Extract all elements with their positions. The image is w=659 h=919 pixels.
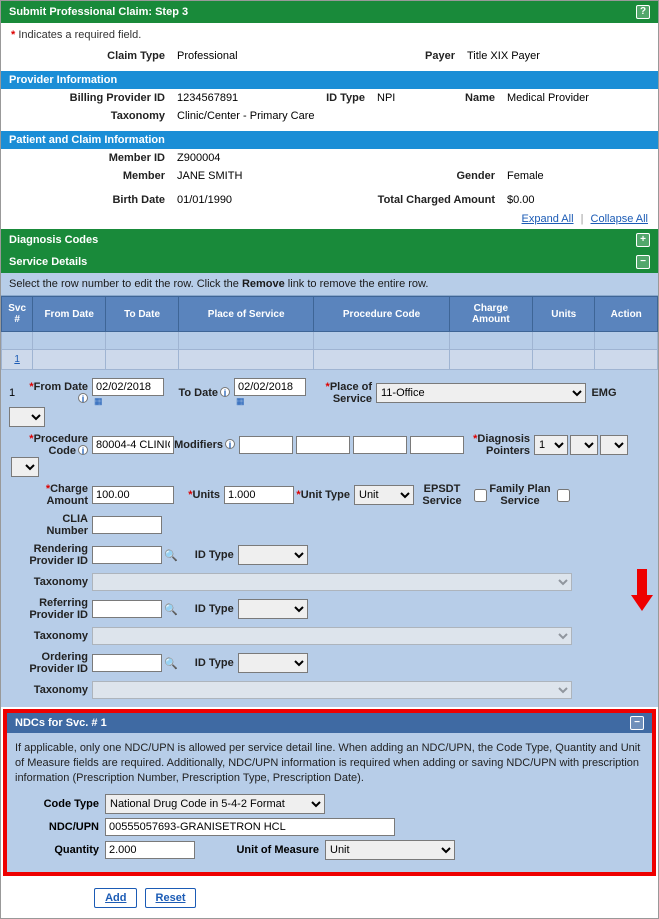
emg-select[interactable] xyxy=(9,407,45,427)
step-title: Submit Professional Claim: Step 3 xyxy=(9,6,188,18)
required-note: * Indicates a required field. xyxy=(1,23,658,47)
row-number-link[interactable]: 1 xyxy=(14,354,20,365)
calendar-icon[interactable]: ▦ xyxy=(94,396,164,407)
minus-icon[interactable]: − xyxy=(630,716,644,730)
modifier-3-input[interactable] xyxy=(353,436,407,454)
claim-type-label: Claim Type xyxy=(1,47,171,65)
col-charge: Charge Amount xyxy=(449,297,532,332)
ndc-highlight-box: NDCs for Svc. # 1 − If applicable, only … xyxy=(3,709,656,876)
info-icon[interactable]: i xyxy=(220,387,230,397)
referring-provider-input[interactable] xyxy=(92,600,162,618)
referring-idtype-select[interactable] xyxy=(238,599,308,619)
service-header[interactable]: Service Details − xyxy=(1,251,658,273)
help-icon[interactable]: ? xyxy=(636,5,650,19)
service-grid: Svc # From Date To Date Place of Service… xyxy=(1,296,658,370)
to-date-input[interactable] xyxy=(234,378,306,396)
table-row: 1 xyxy=(2,350,658,370)
ndc-upn-input[interactable] xyxy=(105,818,395,836)
step-header: Submit Professional Claim: Step 3 ? xyxy=(1,1,658,23)
col-place: Place of Service xyxy=(178,297,313,332)
clia-number-input[interactable] xyxy=(92,516,162,534)
place-of-service-select[interactable]: 11-Office xyxy=(376,383,586,403)
diag-ptr-4-select[interactable] xyxy=(11,457,39,477)
provider-header: Provider Information xyxy=(1,71,658,89)
lookup-icon[interactable]: 🔍 xyxy=(164,603,178,616)
col-to: To Date xyxy=(106,297,179,332)
diag-ptr-2-select[interactable] xyxy=(570,435,598,455)
rendering-idtype-select[interactable] xyxy=(238,545,308,565)
service-detail-panel: 1 *From Datei ▦ To Datei ▦ *Place of Ser… xyxy=(1,370,658,707)
claim-type-value: Professional xyxy=(171,47,351,65)
detail-rownum: 1 xyxy=(9,387,27,399)
unit-of-measure-select[interactable]: Unit xyxy=(325,840,455,860)
calendar-icon[interactable]: ▦ xyxy=(236,396,306,407)
minus-icon[interactable]: − xyxy=(636,255,650,269)
info-icon[interactable]: i xyxy=(78,445,88,455)
charge-amount-input[interactable] xyxy=(92,486,174,504)
code-type-select[interactable]: National Drug Code in 5-4-2 Format xyxy=(105,794,325,814)
col-svc: Svc # xyxy=(2,297,33,332)
expand-collapse-bar: Expand All | Collapse All xyxy=(1,209,658,229)
unit-type-select[interactable]: Unit xyxy=(354,485,414,505)
highlight-arrow-icon xyxy=(631,569,653,613)
col-action: Action xyxy=(595,297,658,332)
modifier-2-input[interactable] xyxy=(296,436,350,454)
info-icon[interactable]: i xyxy=(225,439,235,449)
claim-summary: Claim Type Professional Payer Title XIX … xyxy=(1,47,658,65)
grid-filter-row xyxy=(2,332,658,350)
reset-button[interactable]: Reset xyxy=(145,888,197,908)
col-proc: Procedure Code xyxy=(314,297,449,332)
diagnosis-header[interactable]: Diagnosis Codes + xyxy=(1,229,658,251)
modifier-4-input[interactable] xyxy=(410,436,464,454)
ndc-header[interactable]: NDCs for Svc. # 1 − xyxy=(7,713,652,733)
diag-ptr-3-select[interactable] xyxy=(600,435,628,455)
provider-info: Billing Provider ID 1234567891 ID Type N… xyxy=(1,89,658,125)
referring-taxonomy-select[interactable] xyxy=(92,627,572,645)
rendering-taxonomy-select[interactable] xyxy=(92,573,572,591)
modifier-1-input[interactable] xyxy=(239,436,293,454)
info-icon[interactable]: i xyxy=(78,393,88,403)
button-row: Add Reset xyxy=(1,878,658,918)
units-input[interactable] xyxy=(224,486,294,504)
patient-header: Patient and Claim Information xyxy=(1,131,658,149)
ordering-provider-input[interactable] xyxy=(92,654,162,672)
epsdt-checkbox[interactable] xyxy=(474,489,487,502)
payer-value: Title XIX Payer xyxy=(461,47,658,65)
procedure-code-input[interactable] xyxy=(92,436,174,454)
ndc-quantity-input[interactable] xyxy=(105,841,195,859)
col-units: Units xyxy=(533,297,595,332)
service-instructions: Select the row number to edit the row. C… xyxy=(1,273,658,296)
ndc-instructions: If applicable, only one NDC/UPN is allow… xyxy=(15,741,644,786)
add-button[interactable]: Add xyxy=(94,888,137,908)
collapse-all-link[interactable]: Collapse All xyxy=(591,213,648,225)
col-from: From Date xyxy=(33,297,106,332)
plus-icon[interactable]: + xyxy=(636,233,650,247)
payer-label: Payer xyxy=(351,47,461,65)
lookup-icon[interactable]: 🔍 xyxy=(164,657,178,670)
lookup-icon[interactable]: 🔍 xyxy=(164,549,178,562)
diag-ptr-1-select[interactable]: 1 xyxy=(534,435,568,455)
family-plan-checkbox[interactable] xyxy=(557,489,570,502)
patient-info: Member ID Z900004 Member JANE SMITH Gend… xyxy=(1,149,658,209)
ordering-taxonomy-select[interactable] xyxy=(92,681,572,699)
rendering-provider-input[interactable] xyxy=(92,546,162,564)
asterisk-icon: * xyxy=(11,29,15,41)
from-date-input[interactable] xyxy=(92,378,164,396)
ordering-idtype-select[interactable] xyxy=(238,653,308,673)
expand-all-link[interactable]: Expand All xyxy=(522,213,574,225)
